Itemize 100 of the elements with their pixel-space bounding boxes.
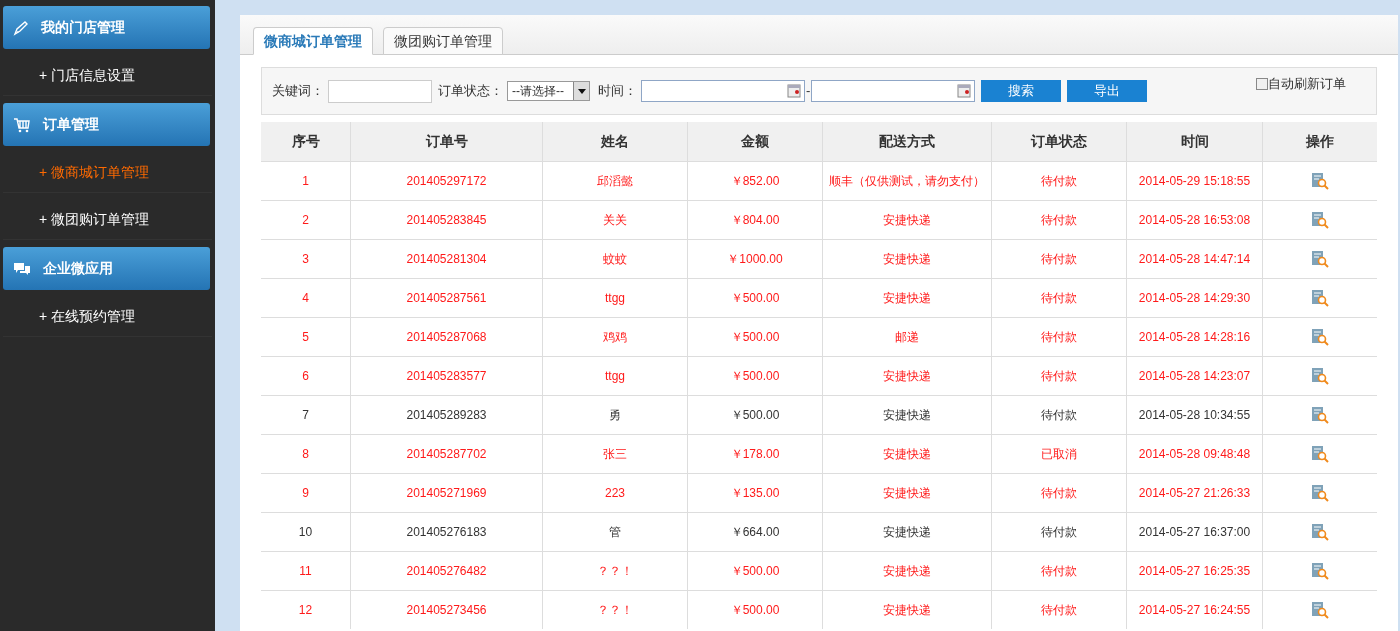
table-cell: 201405276183 (351, 513, 543, 551)
table-cell: ￥500.00 (688, 552, 823, 590)
document-search-icon[interactable] (1311, 289, 1329, 307)
table-cell: 201405281304 (351, 240, 543, 278)
auto-refresh-label: 自动刷新订单 (1268, 75, 1346, 94)
table-cell: 邮递 (823, 318, 992, 356)
column-header: 订单号 (351, 122, 543, 161)
calendar-icon[interactable] (957, 84, 972, 98)
auto-refresh-checkbox[interactable] (1256, 78, 1268, 90)
table-cell: 4 (261, 279, 351, 317)
table-cell: 顺丰（仅供测试，请勿支付） (823, 162, 992, 200)
sidebar-item[interactable]: + 在线预约管理 (3, 297, 212, 337)
status-select[interactable]: --请选择-- (507, 81, 590, 101)
table-cell: 201405273456 (351, 591, 543, 629)
document-search-icon[interactable] (1311, 172, 1329, 190)
column-header: 订单状态 (992, 122, 1127, 161)
export-button[interactable]: 导出 (1067, 80, 1148, 102)
table-cell: ￥804.00 (688, 201, 823, 239)
column-header: 姓名 (543, 122, 688, 161)
table-cell: ￥852.00 (688, 162, 823, 200)
tab[interactable]: 微商城订单管理 (253, 27, 373, 55)
search-button[interactable]: 搜索 (981, 80, 1062, 102)
keyword-field[interactable] (328, 79, 432, 103)
table-cell: 2014-05-28 09:48:48 (1127, 435, 1263, 473)
document-search-icon[interactable] (1311, 601, 1329, 619)
tab[interactable]: 微团购订单管理 (383, 27, 503, 55)
table-cell: ￥500.00 (688, 396, 823, 434)
table-cell: 201405271969 (351, 474, 543, 512)
table-cell: 2014-05-28 14:47:14 (1127, 240, 1263, 278)
column-header: 操作 (1305, 132, 1335, 151)
table-cell: 待付款 (992, 357, 1127, 395)
table-cell: 201405287068 (351, 318, 543, 356)
table-cell: 勇 (543, 396, 688, 434)
table-cell: 安捷快递 (823, 357, 992, 395)
table-cell: ￥500.00 (688, 357, 823, 395)
document-search-icon[interactable] (1311, 484, 1329, 502)
sidebar-item[interactable]: + 门店信息设置 (3, 56, 212, 96)
table-cell: 安捷快递 (823, 201, 992, 239)
document-search-icon[interactable] (1311, 250, 1329, 268)
column-header: 序号 (261, 122, 351, 161)
table-cell: 待付款 (992, 552, 1127, 590)
table-cell: 2014-05-28 16:53:08 (1127, 201, 1263, 239)
table-cell: 安捷快递 (823, 513, 992, 551)
table-cell: 9 (261, 474, 351, 512)
table-cell: ￥178.00 (688, 435, 823, 473)
table-cell: 2014-05-28 14:29:30 (1127, 279, 1263, 317)
table-cell: 安捷快递 (823, 552, 992, 590)
table-cell: 3 (261, 240, 351, 278)
document-search-icon[interactable] (1311, 328, 1329, 346)
start-date-field[interactable] (641, 80, 805, 102)
end-date-field[interactable] (811, 80, 976, 102)
table-cell: 2014-05-28 10:34:55 (1127, 396, 1263, 434)
column-header: 时间 (1127, 122, 1263, 161)
table-cell: 鸡鸡 (543, 318, 688, 356)
table-cell: 1 (261, 162, 351, 200)
table-cell: 201405289283 (351, 396, 543, 434)
table-cell: 关关 (543, 201, 688, 239)
document-search-icon[interactable] (1311, 367, 1329, 385)
table-cell: 安捷快递 (823, 396, 992, 434)
calendar-icon[interactable] (787, 84, 801, 98)
pen-icon (13, 19, 29, 36)
sidebar-group-title: 我的门店管理 (41, 18, 125, 37)
table-cell: 5 (261, 318, 351, 356)
table-cell: 201405276482 (351, 552, 543, 590)
table-cell: 待付款 (992, 279, 1127, 317)
table-cell: 2014-05-28 14:23:07 (1127, 357, 1263, 395)
sidebar-group-header[interactable]: 我的门店管理 (3, 6, 210, 49)
sidebar-group-title: 企业微应用 (43, 259, 113, 278)
document-search-icon[interactable] (1311, 523, 1329, 541)
sidebar-group-header[interactable]: 订单管理 (3, 103, 210, 146)
table-cell: 安捷快递 (823, 474, 992, 512)
document-search-icon[interactable] (1311, 445, 1329, 463)
dropdown-caret-icon (577, 88, 586, 94)
table-cell: 待付款 (992, 318, 1127, 356)
sidebar-group-header[interactable]: 企业微应用 (3, 247, 210, 290)
table-cell: 邱滔懿 (543, 162, 688, 200)
table-cell: 201405283845 (351, 201, 543, 239)
table-cell: ￥500.00 (688, 318, 823, 356)
table-cell: ？？！ (543, 591, 688, 629)
table-cell: 2014-05-27 16:37:00 (1127, 513, 1263, 551)
keyword-label: 关键词： (272, 82, 324, 101)
table-cell: 管 (543, 513, 688, 551)
table-cell: ￥135.00 (688, 474, 823, 512)
table-cell: 6 (261, 357, 351, 395)
status-label: 订单状态： (438, 82, 503, 101)
document-search-icon[interactable] (1311, 406, 1329, 424)
table-cell: ttgg (543, 279, 688, 317)
table-cell: ttgg (543, 357, 688, 395)
chat-icon (13, 260, 31, 277)
document-search-icon[interactable] (1311, 562, 1329, 580)
sidebar-item[interactable]: + 微商城订单管理 (3, 153, 212, 193)
table-cell: 2014-05-27 16:25:35 (1127, 552, 1263, 590)
table-cell: 8 (261, 435, 351, 473)
sidebar-item[interactable]: + 微团购订单管理 (3, 200, 212, 240)
document-search-icon[interactable] (1311, 211, 1329, 229)
table-cell: 待付款 (992, 396, 1127, 434)
sidebar-group-title: 订单管理 (43, 115, 99, 134)
table-cell: 2014-05-27 16:24:55 (1127, 591, 1263, 629)
table-cell: 2014-05-27 21:26:33 (1127, 474, 1263, 512)
table-cell: 张三 (543, 435, 688, 473)
